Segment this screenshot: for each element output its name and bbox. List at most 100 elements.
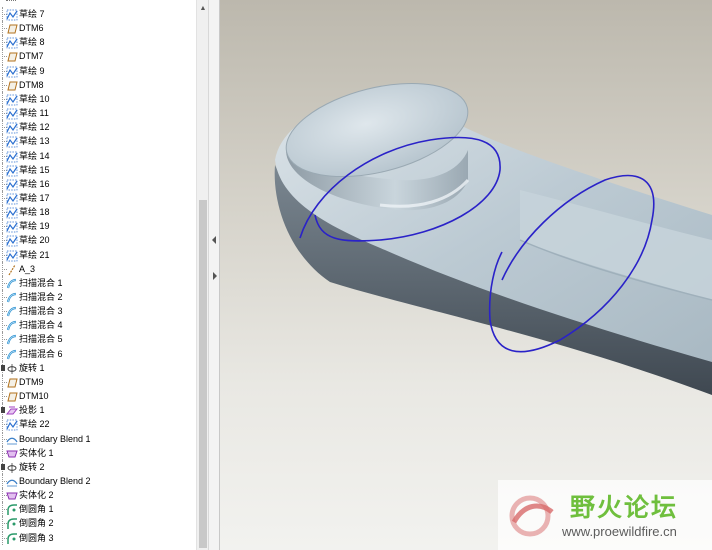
tree-item[interactable]: 草绘 7 bbox=[0, 7, 196, 21]
tree-item-label: 草绘 11 bbox=[19, 108, 49, 119]
tree-item[interactable]: 草绘 15 bbox=[0, 162, 196, 177]
tree-item-label: DTM8 bbox=[19, 79, 44, 90]
tree-item[interactable]: 倒圆角 3 bbox=[0, 530, 196, 545]
tree-item-label: DTM6 bbox=[19, 23, 44, 34]
tree-item[interactable]: Boundary Blend 1 bbox=[0, 431, 196, 446]
tree-item[interactable]: 旋转 2 bbox=[0, 459, 196, 474]
tree-item-label: 扫描混合 4 bbox=[19, 320, 63, 331]
panel-splitter[interactable] bbox=[208, 0, 220, 550]
sketch-icon bbox=[6, 192, 18, 205]
tree-item-label: 倒圆角 2 bbox=[19, 518, 54, 529]
sketch-icon bbox=[6, 65, 18, 77]
tree-item-label: Boundary Blend 1 bbox=[19, 433, 91, 444]
sketch-icon bbox=[6, 206, 18, 219]
tree-item-label: 草绘 22 bbox=[19, 419, 50, 430]
tree-scrollbar[interactable]: ▲ bbox=[196, 0, 208, 550]
tree-item[interactable]: DTM9 bbox=[0, 374, 196, 389]
tree-item-label: 实体化 2 bbox=[19, 490, 54, 501]
sketch-icon bbox=[6, 135, 18, 148]
tree-item[interactable]: DTM10 bbox=[0, 389, 196, 404]
expand-arrow-icon[interactable] bbox=[1, 463, 5, 470]
expand-right-icon[interactable] bbox=[213, 272, 217, 280]
sketch-icon bbox=[6, 164, 18, 176]
tree-item[interactable]: Boundary Blend 2 bbox=[0, 473, 196, 488]
tree-item-label: 扫描混合 6 bbox=[19, 348, 63, 359]
tree-item[interactable]: DTM8 bbox=[0, 77, 196, 92]
revolve-icon bbox=[6, 461, 18, 473]
tree-item[interactable]: 倒圆角 1 bbox=[0, 502, 196, 517]
watermark-url: www.proewildfire.cn bbox=[562, 524, 677, 539]
revolve-icon bbox=[6, 362, 18, 374]
sketch-icon bbox=[6, 107, 18, 120]
tree-item-label: 草绘 7 bbox=[19, 9, 45, 19]
sketch-icon bbox=[6, 121, 18, 134]
collapse-left-icon[interactable] bbox=[212, 236, 216, 244]
tree-item-label: 旋转 1 bbox=[19, 362, 45, 373]
tree-item-label: 扫描混合 2 bbox=[19, 292, 63, 302]
sketch-icon bbox=[6, 249, 18, 261]
tree-item[interactable]: 扫描混合 2 bbox=[0, 290, 196, 304]
forum-watermark: 野火论坛 www.proewildfire.cn bbox=[498, 480, 712, 550]
scroll-thumb[interactable] bbox=[199, 200, 207, 548]
tree-item[interactable]: 投影 1 bbox=[0, 403, 196, 418]
tree-truncated-row bbox=[6, 0, 16, 3]
swept-blend-icon bbox=[6, 333, 18, 345]
tree-item[interactable]: 草绘 22 bbox=[0, 417, 196, 432]
graphics-viewport[interactable] bbox=[220, 0, 712, 550]
sketch-icon bbox=[6, 220, 18, 233]
tree-item[interactable]: 实体化 2 bbox=[0, 488, 196, 503]
tree-item[interactable]: A_3 bbox=[0, 261, 196, 276]
sketch-icon bbox=[6, 150, 18, 162]
solidify-icon bbox=[6, 447, 18, 459]
tree-item-label: 草绘 9 bbox=[19, 65, 45, 76]
sketch-icon bbox=[6, 178, 18, 191]
datum-plane-icon bbox=[6, 79, 18, 91]
expand-arrow-icon[interactable] bbox=[1, 364, 5, 371]
datum-plane-icon bbox=[6, 50, 18, 62]
tree-item-label: Boundary Blend 2 bbox=[19, 475, 91, 486]
expand-arrow-icon[interactable] bbox=[1, 407, 5, 414]
tree-item[interactable]: 扫描混合 4 bbox=[0, 318, 196, 333]
tree-item[interactable]: 草绘 13 bbox=[0, 134, 196, 149]
model-tree-panel: 草绘 7 DTM6 草绘 8 DTM7 草绘 9 DTM8 草绘 10 草绘 11 草绘 12 草… bbox=[0, 0, 196, 550]
tree-item[interactable]: 草绘 21 bbox=[0, 247, 196, 262]
tree-item[interactable]: 草绘 8 bbox=[0, 35, 196, 50]
swept-blend-icon bbox=[6, 291, 18, 303]
tree-item[interactable]: 草绘 11 bbox=[0, 106, 196, 121]
tree-item[interactable]: 草绘 18 bbox=[0, 205, 196, 220]
tree-item[interactable]: 扫描混合 6 bbox=[0, 346, 196, 361]
tree-item[interactable]: DTM7 bbox=[0, 49, 196, 64]
part-model-render bbox=[274, 82, 712, 395]
tree-item[interactable]: 扫描混合 3 bbox=[0, 304, 196, 319]
tree-item[interactable]: 倒圆角 2 bbox=[0, 516, 196, 531]
tree-item[interactable]: 草绘 19 bbox=[0, 219, 196, 234]
round-icon bbox=[6, 532, 18, 544]
tree-item[interactable]: 扫描混合 1 bbox=[0, 275, 196, 290]
tree-item-label: DTM9 bbox=[19, 376, 44, 387]
tree-item[interactable]: 草绘 20 bbox=[0, 233, 196, 248]
round-icon bbox=[6, 517, 18, 530]
tree-item[interactable]: 草绘 16 bbox=[0, 176, 196, 191]
swept-blend-icon bbox=[6, 305, 18, 317]
datum-axis-icon bbox=[6, 263, 18, 275]
tree-item-label: 投影 1 bbox=[19, 405, 45, 416]
sketch-icon bbox=[6, 8, 18, 21]
tree-item[interactable]: 草绘 17 bbox=[0, 190, 196, 205]
tree-item-label: 草绘 17 bbox=[19, 192, 50, 203]
tree-item[interactable]: 草绘 14 bbox=[0, 148, 196, 163]
tree-item-label: DTM7 bbox=[19, 51, 44, 62]
tree-item-label: 草绘 18 bbox=[19, 207, 50, 218]
tree-item[interactable]: 草绘 10 bbox=[0, 91, 196, 106]
tree-item-label: 草绘 14 bbox=[19, 150, 50, 161]
tree-item[interactable]: 扫描混合 5 bbox=[0, 332, 196, 347]
tree-item[interactable]: 草绘 9 bbox=[0, 63, 196, 78]
tree-item[interactable]: 实体化 1 bbox=[0, 445, 196, 460]
sketch-icon bbox=[6, 234, 18, 247]
tree-item-label: 草绘 21 bbox=[19, 249, 50, 260]
sketch-icon bbox=[6, 418, 18, 431]
tree-item[interactable]: 草绘 12 bbox=[0, 120, 196, 135]
tree-item[interactable]: DTM6 bbox=[0, 21, 196, 36]
swept-blend-icon bbox=[6, 319, 18, 331]
tree-item-label: 草绘 10 bbox=[19, 93, 50, 104]
tree-item[interactable]: 旋转 1 bbox=[0, 360, 196, 375]
